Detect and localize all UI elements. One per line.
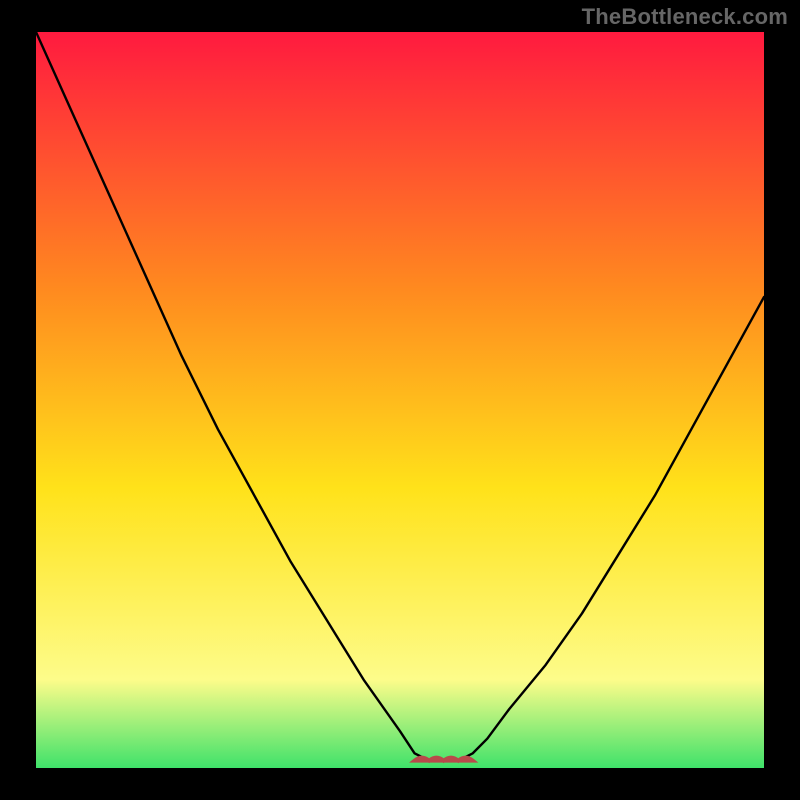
curve-path: [36, 32, 764, 761]
watermark-text: TheBottleneck.com: [582, 4, 788, 30]
bump-path: [415, 758, 473, 761]
chart-frame: TheBottleneck.com: [0, 0, 800, 800]
bottleneck-curve: [36, 32, 764, 768]
plot-area: [36, 32, 764, 768]
